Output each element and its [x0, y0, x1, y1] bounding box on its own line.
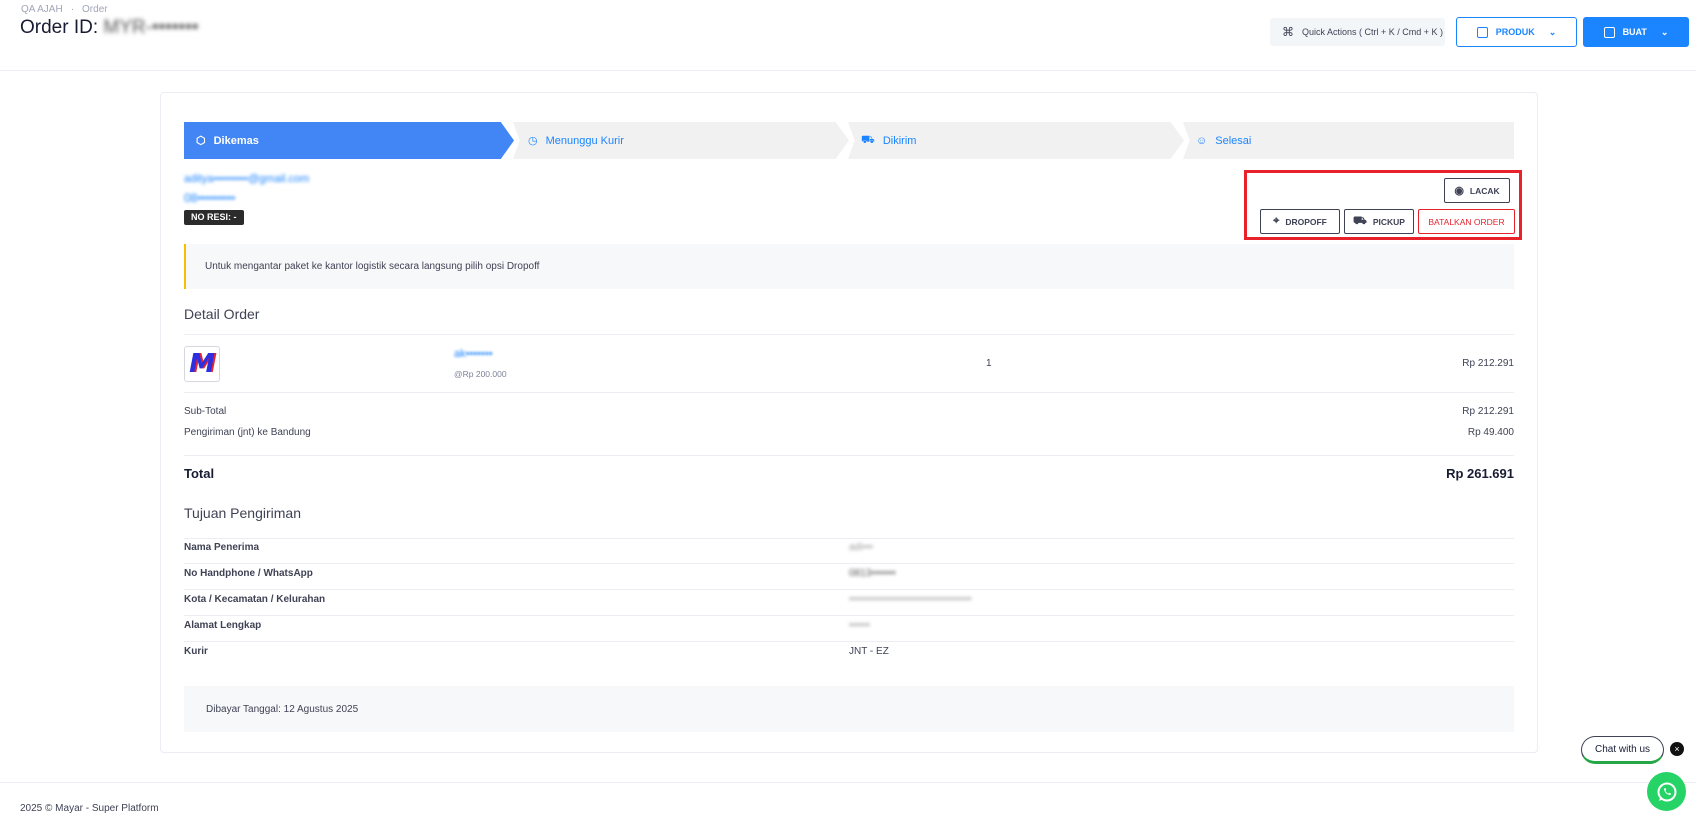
total-value: Rp 261.691	[1446, 466, 1514, 481]
produk-dropdown-button[interactable]: PRODUK ⌄	[1456, 17, 1577, 47]
divider	[184, 563, 1514, 564]
produk-label: PRODUK	[1495, 27, 1535, 37]
total-label: Total	[184, 466, 215, 481]
footer-copyright: 2025 © Mayar - Super Platform	[20, 803, 159, 814]
divider	[184, 455, 1514, 456]
subtotal-label: Sub-Total	[184, 406, 227, 417]
kota-value: •••••••••••••••••••••••••••••••••••	[849, 594, 972, 605]
whatsapp-icon	[1657, 782, 1676, 801]
buat-label: BUAT	[1622, 27, 1647, 37]
breadcrumb: QA AJAH · Order	[21, 4, 116, 15]
breadcrumb-item-order[interactable]: Order	[82, 4, 108, 15]
dropoff-notice: Untuk mengantar paket ke kantor logistik…	[184, 244, 1514, 289]
step-label: Dikirim	[882, 134, 917, 147]
product-quantity: 1	[986, 358, 992, 369]
customer-phone[interactable]: 08•••••••••	[184, 191, 235, 205]
smile-icon: ☺	[1196, 134, 1208, 147]
whatsapp-button[interactable]	[1647, 772, 1686, 811]
subtotal-value: Rp 212.291	[1462, 406, 1514, 417]
alamat-lengkap-label: Alamat Lengkap	[184, 620, 262, 631]
breadcrumb-separator: ·	[70, 4, 75, 15]
order-id: MYR-•••••••	[103, 17, 199, 38]
buat-dropdown-button[interactable]: BUAT ⌄	[1583, 17, 1689, 47]
chat-with-us-bubble[interactable]: Chat with us	[1581, 736, 1664, 764]
step-dikirim: ⛟ Dikirim	[848, 122, 1184, 159]
truck-icon: ⛟	[861, 133, 875, 146]
plus-square-icon	[1603, 26, 1615, 38]
customer-email[interactable]: aditya•••••••••@gmail.com	[184, 173, 309, 185]
step-label: Dikemas	[213, 134, 259, 147]
divider	[184, 392, 1514, 393]
tujuan-pengiriman-title: Tujuan Pengiriman	[184, 505, 301, 521]
breadcrumb-item-store[interactable]: QA AJAH	[21, 4, 63, 15]
alamat-lengkap-value: ••••••	[849, 620, 871, 631]
divider	[184, 641, 1514, 642]
quick-actions-button[interactable]: ⌘ Quick Actions ( Ctrl + K / Cmd + K )	[1270, 18, 1445, 46]
page-title: Order ID: MYR-•••••••	[20, 17, 199, 39]
divider	[184, 589, 1514, 590]
page-title-prefix: Order ID:	[20, 17, 104, 38]
plus-square-icon	[1476, 26, 1488, 38]
detail-order-title: Detail Order	[184, 306, 260, 322]
kurir-value: JNT - EZ	[849, 646, 889, 657]
divider	[184, 615, 1514, 616]
command-icon: ⌘	[1282, 25, 1294, 39]
lacak-button[interactable]: ◉ LACAK	[1444, 178, 1510, 203]
chevron-down-icon: ⌄	[1548, 26, 1557, 37]
product-line-total: Rp 212.291	[1462, 358, 1514, 369]
eye-icon: ◉	[1454, 185, 1464, 197]
step-dikemas: ⬡ Dikemas	[184, 122, 514, 159]
chevron-down-icon: ⌄	[1660, 26, 1669, 37]
truck-icon: ⛟	[1353, 214, 1367, 227]
step-menunggu-kurir: ◷ Menunggu Kurir	[513, 122, 849, 159]
quick-actions-label: Quick Actions ( Ctrl + K / Cmd + K )	[1302, 27, 1444, 37]
pickup-label: PICKUP	[1372, 216, 1405, 227]
step-label: Menunggu Kurir	[545, 134, 624, 147]
no-handphone-label: No Handphone / WhatsApp	[184, 568, 313, 579]
nama-penerima-label: Nama Penerima	[184, 542, 260, 553]
step-selesai: ☺ Selesai	[1183, 122, 1514, 159]
paid-date-banner: Dibayar Tanggal: 12 Agustus 2025	[184, 686, 1514, 732]
resi-badge: NO RESI: -	[184, 210, 244, 225]
map-pin-icon: ⌖	[1273, 215, 1280, 227]
divider	[184, 538, 1514, 539]
batalkan-order-button[interactable]: BATALKAN ORDER	[1418, 209, 1515, 234]
pickup-button[interactable]: ⛟ PICKUP	[1344, 209, 1414, 234]
kota-label: Kota / Kecamatan / Kelurahan	[184, 594, 326, 605]
product-name[interactable]: ak•••••••	[454, 348, 493, 360]
nama-penerima-value: adi•••	[849, 542, 873, 553]
clock-icon: ◷	[528, 135, 538, 147]
product-logo: M	[184, 346, 220, 382]
step-label: Selesai	[1215, 134, 1252, 147]
close-icon[interactable]: ×	[1670, 742, 1684, 756]
no-handphone-value: 0813•••••••	[849, 568, 896, 579]
shipping-label: Pengiriman (jnt) ke Bandung	[184, 427, 311, 438]
footer	[0, 782, 1696, 824]
box-icon: ⬡	[196, 135, 206, 147]
kurir-label: Kurir	[184, 646, 208, 657]
divider	[184, 334, 1514, 335]
shipping-value: Rp 49.400	[1467, 427, 1514, 438]
dropoff-label: DROPOFF	[1285, 216, 1327, 227]
lacak-label: LACAK	[1469, 185, 1500, 196]
dropoff-button[interactable]: ⌖ DROPOFF	[1260, 209, 1340, 234]
product-unit-price: @Rp 200.000	[454, 369, 507, 379]
